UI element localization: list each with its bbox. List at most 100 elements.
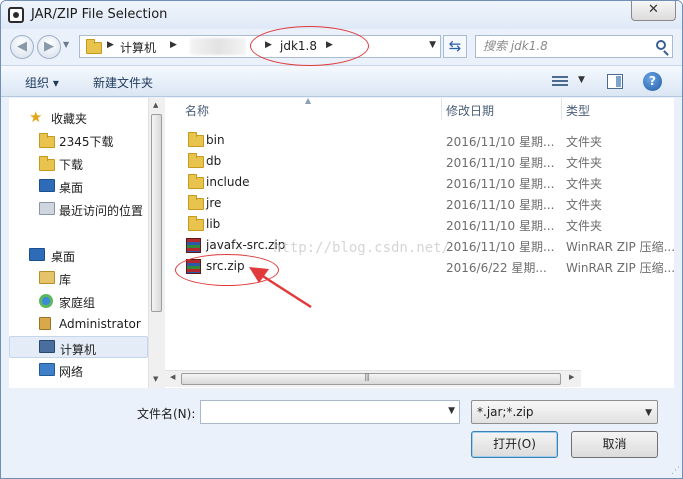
- resize-grip-icon[interactable]: ⋰: [671, 466, 680, 476]
- folder-icon: [188, 174, 204, 189]
- file-row[interactable]: db 2016/11/10 星期... 文件夹: [181, 151, 671, 172]
- chevron-right-icon[interactable]: ▶: [170, 40, 177, 50]
- nav-label: Administrator: [59, 317, 141, 331]
- nav-label: 最近访问的位置: [59, 204, 144, 218]
- search-input[interactable]: 搜索 jdk1.8: [475, 35, 673, 58]
- column-divider[interactable]: [561, 98, 562, 120]
- chevron-down-icon[interactable]: ▼: [448, 406, 455, 416]
- organize-button[interactable]: 组织 ▾: [25, 74, 59, 91]
- folder-icon: [188, 216, 204, 231]
- file-date: 2016/11/10 星期...: [446, 198, 555, 212]
- open-button[interactable]: 打开(O): [471, 431, 558, 458]
- view-options-icon[interactable]: [552, 76, 568, 88]
- refresh-button[interactable]: ⇆: [443, 35, 467, 58]
- annotation-ellipse: [175, 254, 279, 286]
- command-toolbar: 组织 ▾ 新建文件夹 ▼ ?: [1, 65, 682, 97]
- column-header-type[interactable]: 类型: [566, 102, 590, 119]
- file-type: 文件夹: [566, 198, 603, 212]
- new-folder-button[interactable]: 新建文件夹: [93, 74, 153, 91]
- help-icon[interactable]: ?: [643, 72, 662, 91]
- horizontal-scrollbar[interactable]: ◀ ▶: [165, 370, 581, 387]
- file-row[interactable]: bin 2016/11/10 星期... 文件夹: [181, 130, 671, 151]
- chevron-right-icon[interactable]: ▶: [107, 40, 114, 50]
- cancel-button[interactable]: 取消: [571, 431, 658, 458]
- nav-favorites[interactable]: ★ 收藏夹: [9, 106, 148, 128]
- nav-label: 收藏夹: [51, 112, 88, 126]
- nav-item-network[interactable]: 网络: [9, 359, 148, 381]
- scroll-thumb[interactable]: [181, 372, 561, 385]
- file-date: 2016/11/10 星期...: [446, 219, 555, 233]
- search-icon[interactable]: [656, 40, 666, 50]
- preview-pane-icon[interactable]: [607, 74, 623, 89]
- folder-icon: [86, 39, 102, 54]
- file-type: 文件夹: [566, 177, 603, 191]
- breadcrumb-computer[interactable]: 计算机: [120, 39, 156, 56]
- desktop-icon: [39, 179, 55, 192]
- folder-icon: [188, 195, 204, 210]
- watermark-text: http://blog.csdn.net/: [273, 240, 451, 256]
- column-divider[interactable]: [441, 98, 442, 120]
- folder-icon: [39, 133, 55, 148]
- scroll-left-icon[interactable]: ◀: [170, 373, 175, 381]
- file-row[interactable]: jre 2016/11/10 星期... 文件夹: [181, 193, 671, 214]
- forward-button[interactable]: ▶: [37, 35, 61, 59]
- file-row[interactable]: lib 2016/11/10 星期... 文件夹: [181, 214, 671, 235]
- nav-item-libraries[interactable]: 库: [9, 267, 148, 289]
- file-date: 2016/11/10 星期...: [446, 240, 555, 254]
- nav-item-downloads[interactable]: 下载: [9, 152, 148, 174]
- file-type: WinRAR ZIP 压缩...: [566, 240, 676, 254]
- folder-icon: [188, 153, 204, 168]
- file-name: bin: [206, 133, 225, 147]
- file-list-pane: ▲ 名称 修改日期 类型 bin 2016/11/10 星期... 文件夹 db…: [165, 96, 676, 388]
- nav-label: 网络: [59, 365, 84, 379]
- nav-label: 桌面: [51, 250, 76, 264]
- desktop-icon: [29, 248, 45, 261]
- library-icon: [39, 271, 55, 284]
- file-row[interactable]: include 2016/11/10 星期... 文件夹: [181, 172, 671, 193]
- nav-scrollbar[interactable]: ▲ ▼: [148, 98, 164, 388]
- nav-item-recent-places[interactable]: 最近访问的位置: [9, 198, 148, 220]
- column-header-date[interactable]: 修改日期: [446, 102, 494, 119]
- nav-item-homegroup[interactable]: 家庭组: [9, 290, 148, 312]
- back-button[interactable]: ◀: [10, 35, 34, 59]
- close-button[interactable]: ✕: [631, 1, 676, 21]
- nav-label: 桌面: [59, 181, 84, 195]
- column-header-name[interactable]: 名称: [185, 102, 209, 119]
- user-folder-icon: [39, 317, 51, 330]
- title-bar[interactable]: JAR/ZIP File Selection ✕: [1, 1, 682, 29]
- recent-places-icon: [39, 202, 55, 215]
- star-icon: ★: [29, 108, 43, 126]
- file-date: 2016/11/10 星期...: [446, 135, 555, 149]
- nav-item-desktop-fav[interactable]: 桌面: [9, 175, 148, 197]
- nav-item-2345-downloads[interactable]: 2345下载: [9, 129, 148, 151]
- file-date: 2016/6/22 星期...: [446, 261, 547, 275]
- scroll-right-icon[interactable]: ▶: [569, 373, 574, 381]
- chevron-down-icon[interactable]: ▼: [578, 75, 585, 85]
- search-placeholder: 搜索 jdk1.8: [483, 39, 548, 53]
- nav-label: 计算机: [60, 343, 97, 357]
- history-dropdown-icon[interactable]: ▼: [63, 40, 69, 49]
- filename-input[interactable]: ▼: [200, 400, 460, 424]
- chevron-down-icon[interactable]: ▼: [429, 40, 436, 50]
- downloads-folder-icon: [39, 156, 55, 171]
- nav-desktop[interactable]: 桌面: [9, 244, 148, 266]
- scroll-up-icon[interactable]: ▲: [153, 101, 158, 109]
- file-type: 文件夹: [566, 135, 603, 149]
- scroll-down-icon[interactable]: ▼: [153, 375, 158, 383]
- chevron-down-icon[interactable]: ▼: [645, 402, 652, 424]
- app-icon: [8, 7, 24, 23]
- nav-label: 库: [59, 273, 72, 287]
- nav-item-administrator[interactable]: Administrator: [9, 313, 148, 335]
- file-type-filter[interactable]: *.jar;*.zip ▼: [471, 400, 658, 424]
- window-title: JAR/ZIP File Selection: [31, 7, 168, 22]
- blurred-segment: [190, 38, 246, 55]
- file-date: 2016/11/10 星期...: [446, 177, 555, 191]
- nav-item-computer[interactable]: 计算机: [9, 336, 148, 358]
- filename-label: 文件名(N):: [137, 407, 196, 421]
- file-type: WinRAR ZIP 压缩...: [566, 261, 676, 275]
- nav-label: 家庭组: [59, 296, 96, 310]
- filter-value: *.jar;*.zip: [477, 405, 534, 419]
- nav-label: 2345下载: [59, 135, 114, 149]
- file-name: include: [206, 175, 250, 189]
- scroll-thumb[interactable]: [151, 114, 162, 312]
